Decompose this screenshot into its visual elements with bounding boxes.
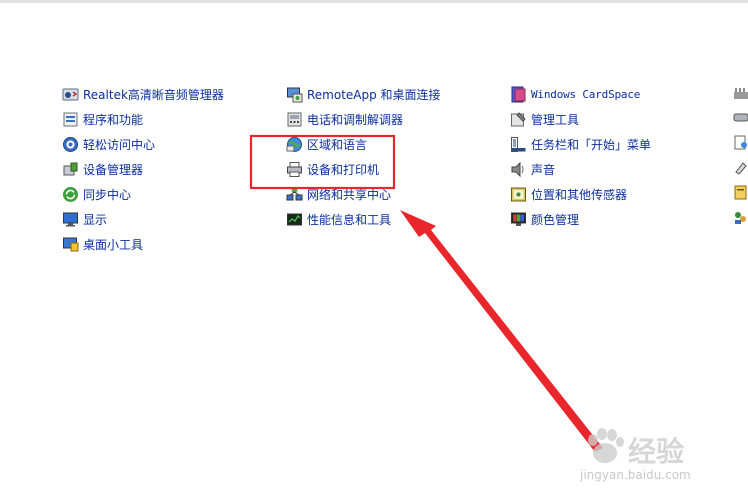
taskbar-icon xyxy=(510,136,527,153)
cp-item-windows-cardspace[interactable]: Windows CardSpace xyxy=(510,84,640,104)
cp-item-label: 桌面小工具 xyxy=(83,237,144,252)
sensor-icon xyxy=(510,186,527,203)
network-icon xyxy=(286,186,303,203)
cp-item-label: Windows CardSpace xyxy=(531,87,641,101)
cp-item-label: 轻松访问中心 xyxy=(83,137,156,152)
remoteapp-icon xyxy=(286,86,303,103)
watermark-url: jingyan.baidu.com xyxy=(580,468,691,482)
programs-icon xyxy=(62,111,79,128)
cp-item-label: RemoteApp 和桌面连接 xyxy=(307,87,441,102)
sound-icon xyxy=(510,161,527,178)
cp-item-display[interactable]: 显示 xyxy=(62,209,107,229)
cp-item-sound[interactable]: 声音 xyxy=(510,159,555,179)
baidu-jingyan-watermark: 经验 jingyan.baidu.com xyxy=(576,422,736,492)
ease-of-access-icon xyxy=(62,136,79,153)
cp-item-device-manager[interactable]: 设备管理器 xyxy=(62,159,143,179)
cp-item-label: 区域和语言 xyxy=(307,137,368,152)
clipped-item-icon-5[interactable] xyxy=(733,185,748,200)
display-icon xyxy=(62,211,79,228)
cp-item-label: 性能信息和工具 xyxy=(307,212,392,227)
cp-item-label: Realtek高清晰音频管理器 xyxy=(83,87,224,102)
cp-item-label: 颜色管理 xyxy=(531,212,580,227)
cp-item-region-language[interactable]: 区域和语言 xyxy=(286,134,367,154)
clipped-item-icon-1[interactable] xyxy=(733,85,748,100)
cp-item-sync-center[interactable]: 同步中心 xyxy=(62,184,131,204)
cp-item-label: 声音 xyxy=(531,162,556,177)
cp-item-color-management[interactable]: 颜色管理 xyxy=(510,209,579,229)
cp-item-label: 程序和功能 xyxy=(83,112,144,127)
cp-item-label: 网络和共享中心 xyxy=(307,187,392,202)
clipped-item-icon-4[interactable] xyxy=(733,160,748,175)
region-language-icon xyxy=(286,136,303,153)
cardspace-icon xyxy=(510,86,527,103)
cp-item-admin-tools[interactable]: 管理工具 xyxy=(510,109,579,129)
cp-item-label: 设备和打印机 xyxy=(307,162,380,177)
cp-item-label: 设备管理器 xyxy=(83,162,144,177)
cp-item-programs[interactable]: 程序和功能 xyxy=(62,109,143,129)
baidu-paw-icon xyxy=(588,428,624,463)
watermark-brand: 经验 xyxy=(628,435,685,468)
cp-item-desktop-gadgets[interactable]: 桌面小工具 xyxy=(62,234,143,254)
cp-item-remoteapp[interactable]: RemoteApp 和桌面连接 xyxy=(286,84,441,104)
clipped-item-icon-2[interactable] xyxy=(733,110,748,125)
phone-modem-icon xyxy=(286,111,303,128)
cp-item-location-sensors[interactable]: 位置和其他传感器 xyxy=(510,184,627,204)
cp-item-devices-printers[interactable]: 设备和打印机 xyxy=(286,159,379,179)
cp-item-label: 同步中心 xyxy=(83,187,132,202)
annotation-arrow xyxy=(400,210,603,452)
printer-icon xyxy=(286,161,303,178)
admin-tools-icon xyxy=(510,111,527,128)
gadgets-icon xyxy=(62,236,79,253)
cp-item-ease-of-access[interactable]: 轻松访问中心 xyxy=(62,134,155,154)
sync-icon xyxy=(62,186,79,203)
cp-item-label: 任务栏和「开始」菜单 xyxy=(531,137,652,152)
cp-item-taskbar-start[interactable]: 任务栏和「开始」菜单 xyxy=(510,134,651,154)
cp-item-phone-modem[interactable]: 电话和调制解调器 xyxy=(286,109,403,129)
cp-item-performance[interactable]: 性能信息和工具 xyxy=(286,209,391,229)
device-manager-icon xyxy=(62,161,79,178)
clipped-item-icon-6[interactable] xyxy=(733,210,748,225)
cp-item-label: 电话和调制解调器 xyxy=(307,112,404,127)
cp-item-label: 显示 xyxy=(83,212,108,227)
window-top-edge xyxy=(0,0,748,3)
cp-item-label: 管理工具 xyxy=(531,112,580,127)
cp-item-label: 位置和其他传感器 xyxy=(531,187,628,202)
cp-item-realtek-audio[interactable]: Realtek高清晰音频管理器 xyxy=(62,84,224,104)
cp-item-network-sharing[interactable]: 网络和共享中心 xyxy=(286,184,391,204)
performance-icon xyxy=(286,211,303,228)
speaker-icon xyxy=(62,86,79,103)
clipped-item-icon-3[interactable] xyxy=(733,135,748,150)
color-management-icon xyxy=(510,211,527,228)
